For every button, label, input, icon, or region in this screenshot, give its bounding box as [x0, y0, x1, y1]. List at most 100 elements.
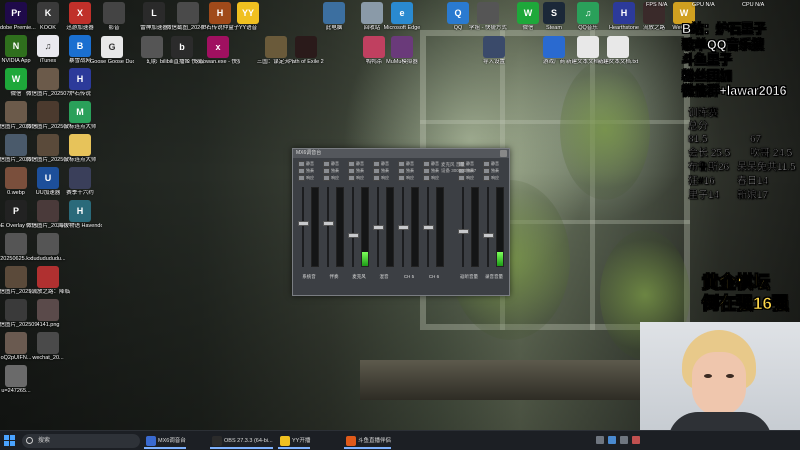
score-cell: 新娘17 [737, 190, 769, 202]
desktop-icon[interactable]: 影音 [92, 2, 136, 32]
gpu-readout: GPU N/A [692, 2, 715, 8]
image-file-icon [37, 134, 59, 156]
desktop-icon[interactable]: 新建文本文档.txt [596, 36, 640, 66]
mixer-switch-button[interactable] [298, 175, 305, 181]
desktop-icon[interactable]: MuMu模拟器 [380, 36, 424, 66]
mixer-fader-knob[interactable] [323, 221, 334, 227]
taskbar-app-button[interactable]: YY开播 [278, 433, 311, 449]
taskbar-app-button[interactable]: MX6调音台 [144, 433, 186, 449]
leishen-icon: L [143, 2, 165, 24]
mixer-switch-label: 响应 [381, 175, 389, 180]
obs-icon [212, 436, 222, 446]
mixer-channel-strip: 静音 独奏 响应 录音音量 [482, 161, 506, 289]
mixer-switch-button[interactable] [348, 168, 355, 174]
mixer-switch-button[interactable] [423, 161, 430, 167]
mixer-fader-knob[interactable] [398, 225, 409, 230]
desktop-icon[interactable]: e Microsoft Edge [380, 2, 424, 32]
mixer-fader-track[interactable] [327, 187, 329, 267]
mixer-fader-track[interactable] [487, 187, 489, 267]
mixer-switch-button[interactable] [298, 168, 305, 174]
mixer-switch-button[interactable] [423, 168, 430, 174]
desktop-icon[interactable]: 赛季十六约 [58, 167, 102, 197]
overlay-line: 微信群+lawar2016 [682, 84, 787, 99]
mixer-fader-knob[interactable] [348, 232, 359, 238]
windows-start-icon[interactable] [4, 435, 15, 446]
taskbar-search-box[interactable]: 搜索 [22, 434, 140, 448]
mixer-switch-button[interactable] [483, 161, 490, 167]
image-file-icon [177, 2, 199, 24]
mixer-switch-button[interactable] [483, 175, 490, 181]
desktop-icon[interactable]: xxiaowan.exe - 快捷方式 [196, 36, 240, 66]
hearthstone-icon: H [69, 68, 91, 90]
app-icon [543, 36, 565, 58]
desktop-icon[interactable]: 《流放之路：降临》超光... [26, 266, 70, 296]
mixer-switch-button[interactable] [423, 175, 430, 181]
image-file-icon [5, 332, 27, 354]
mixer-switch-button[interactable] [348, 161, 355, 167]
score-cell: 会长 25.5 [688, 148, 731, 160]
mixer-switch-button[interactable] [398, 168, 405, 174]
tray-icon[interactable] [596, 436, 604, 444]
mixer-switch-button[interactable] [373, 161, 380, 167]
mixer-switch-button[interactable] [373, 168, 380, 174]
mixer-switch-button[interactable] [348, 175, 355, 181]
desktop-icon[interactable]: YY YY语音 [226, 2, 270, 32]
tray-icon[interactable] [632, 436, 640, 444]
mixer-switch-button[interactable] [323, 161, 330, 167]
mixer-fader-track[interactable] [302, 187, 304, 267]
poe2-icon [295, 36, 317, 58]
desktop-icon[interactable]: H 炉石传说 [58, 68, 102, 98]
file-icon [37, 233, 59, 255]
mixer-window[interactable]: MX6调音台 静音 独奏 响应 系统音 静音 独奏 响应 伴奏 静音 独奏 响应 麦克风 静音 独奏 响应混… [292, 148, 510, 296]
mixer-level-fill [362, 251, 368, 266]
tray-icon[interactable] [620, 436, 628, 444]
desktop-icon[interactable]: u=247265... [0, 365, 38, 395]
taskbar-app-button[interactable]: 斗鱼直播伴侣 [344, 433, 392, 449]
desktop-icon-label: MuMu模拟器 [386, 59, 418, 65]
mixer-switch-button[interactable] [458, 175, 465, 181]
desktop-icon[interactable]: H海拔物语 Havendock [58, 200, 102, 230]
desktop-icon[interactable]: M 鼠标连点大师 [58, 101, 102, 131]
kx-file-icon [5, 233, 27, 255]
tray-icon[interactable] [608, 436, 616, 444]
desktop-icon[interactable]: 学姐 - 快捷方式 [466, 2, 510, 32]
mixer-fader-knob[interactable] [423, 225, 434, 230]
mixer-switch-button[interactable] [298, 161, 305, 167]
mixer-switch-label: 独奏 [306, 168, 314, 173]
mixer-switch-button[interactable] [323, 168, 330, 174]
score-cell: 67 [750, 134, 762, 146]
mixer-switch-button[interactable] [398, 175, 405, 181]
taskbar-app-label: MX6调音台 [158, 438, 186, 444]
desktop-icon[interactable]: 鼠标连点大师 [58, 134, 102, 164]
mixer-fader-track[interactable] [352, 187, 354, 267]
desktop-icon[interactable]: dududududu... [26, 233, 70, 263]
desktop-icon[interactable]: G Goose Goose Duck [90, 36, 134, 66]
mixer-fader-knob[interactable] [298, 221, 309, 227]
taskbar-app-button[interactable]: OBS 27.3.3 (64-bi... [210, 433, 273, 449]
desktop-icon[interactable]: Path of Exile 2 [284, 36, 328, 66]
mixer-switch-button[interactable] [373, 175, 380, 181]
desktop-icon[interactable]: 4141.png [26, 299, 70, 329]
mixer-level-meter [436, 187, 444, 267]
stream-overlay-info: B站：炉石里子 歌单QQ音乐搜 斗鱼里子 粉丝团加 微信群+lawar2016 [682, 22, 787, 100]
search-placeholder: 搜索 [38, 438, 51, 444]
mixer-title-bar[interactable]: MX6调音台 [293, 149, 509, 158]
close-icon[interactable] [500, 150, 507, 157]
desktop-icon[interactable]: 导入设置 [472, 36, 516, 66]
desktop-icon[interactable]: wechat_20... [26, 332, 70, 362]
mixer-switch-button[interactable] [398, 161, 405, 167]
douyu-icon [346, 436, 356, 446]
mixer-fader-knob[interactable] [458, 228, 469, 234]
scoreboard: 训练赛 总分 81.5 67 会长 25.5 吹哥 24.5 布鲁斯26 呆呆兔… [688, 107, 800, 207]
mixer-fader-knob[interactable] [483, 232, 494, 238]
yy-icon [280, 436, 290, 446]
mixer-fader-track[interactable] [462, 187, 464, 267]
mixer-switch-button[interactable] [483, 168, 490, 174]
mixer-switch-button[interactable] [323, 175, 330, 181]
image-file-icon [37, 200, 59, 222]
mixer-fader-knob[interactable] [373, 225, 384, 230]
qqmusic-icon: ♫ [577, 2, 599, 24]
mixer-switch-label: 响应 [306, 175, 314, 180]
mixer-channel-name: 麦克风 [352, 274, 366, 279]
overlay-gold-line: 倒在强16强 [702, 294, 790, 314]
